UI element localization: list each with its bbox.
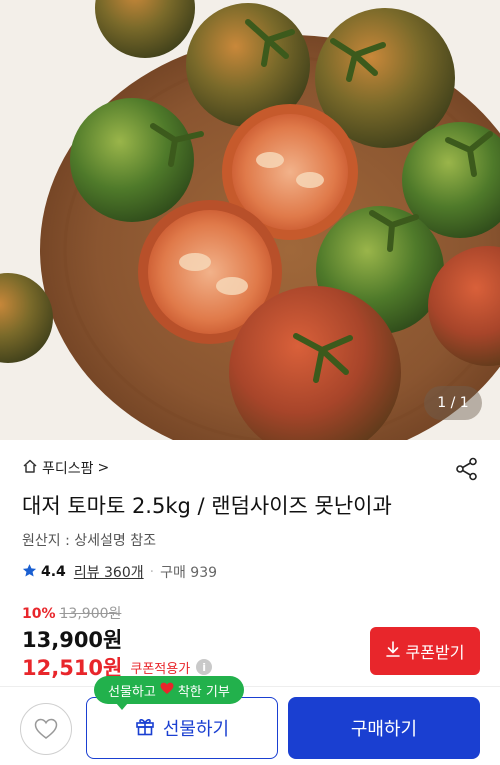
heart-outline-icon <box>34 718 58 739</box>
discount-row: 10% 13,900원 <box>22 603 121 623</box>
heart-icon <box>160 682 174 699</box>
buy-button[interactable]: 구매하기 <box>288 697 480 759</box>
store-name: 푸디스팜 <box>42 461 94 477</box>
home-icon <box>22 458 38 478</box>
rating-score: 4.4 <box>41 564 66 580</box>
bottom-action-bar: 선물하기 구매하기 <box>0 686 500 765</box>
info-icon[interactable]: i <box>196 659 213 675</box>
product-title: 대저 토마토 2.5kg / 랜덤사이즈 못난이과 <box>22 494 392 518</box>
product-image[interactable]: 1 / 1 <box>0 0 500 440</box>
review-count-link[interactable]: 리뷰 360개 <box>74 562 144 582</box>
store-link[interactable]: 푸디스팜 > <box>22 458 109 478</box>
tomato-photo <box>0 0 500 440</box>
chevron-right-icon: > <box>97 460 110 476</box>
image-counter: 1 / 1 <box>424 386 482 420</box>
separator-dot: · <box>149 564 155 580</box>
discount-rate: 10% <box>22 606 56 622</box>
sale-price: 13,900원 <box>22 628 123 652</box>
share-icon <box>456 457 477 481</box>
tooltip-text-left: 선물하고 <box>108 684 156 700</box>
get-coupon-button[interactable]: 쿠폰받기 <box>370 627 480 675</box>
gift-donation-tooltip: 선물하고 착한 기부 <box>94 676 244 710</box>
gift-button[interactable]: 선물하기 <box>86 697 278 759</box>
gift-icon <box>135 716 155 741</box>
star-icon <box>22 563 37 582</box>
coupon-price-label: 쿠폰적용가 <box>130 661 191 677</box>
rating-row: 4.4 리뷰 360개 · 구매 939 <box>22 562 217 582</box>
tooltip-text-right: 착한 기부 <box>177 684 230 700</box>
gift-button-label: 선물하기 <box>162 719 230 740</box>
share-button[interactable] <box>454 456 480 482</box>
product-origin: 원산지 : 상세설명 참조 <box>22 533 156 549</box>
wishlist-button[interactable] <box>20 703 72 755</box>
coupon-button-label: 쿠폰받기 <box>405 643 465 662</box>
download-icon <box>385 641 400 661</box>
order-count: 구매 939 <box>160 565 218 581</box>
original-price: 13,900원 <box>59 606 122 622</box>
